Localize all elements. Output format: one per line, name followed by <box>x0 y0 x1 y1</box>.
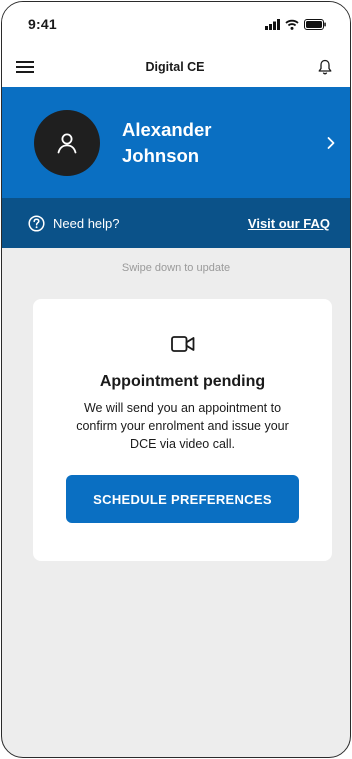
profile-name: Alexander Johnson <box>122 117 326 169</box>
hamburger-menu-icon <box>16 60 34 73</box>
page-title: Digital CE <box>145 59 205 74</box>
profile-last-name: Johnson <box>122 144 200 166</box>
profile-first-name: Alexander <box>122 118 212 140</box>
wifi-icon <box>285 19 299 30</box>
card-title: Appointment pending <box>99 373 266 390</box>
top-nav: Digital CE <box>2 46 350 87</box>
user-icon <box>57 133 77 153</box>
status-time: 9:41 <box>28 16 57 32</box>
battery-icon <box>304 18 326 30</box>
question-circle-icon <box>28 214 45 232</box>
bell-icon <box>318 59 332 74</box>
phone-frame: 9:41 Digital CE Alexander Johnson Need h… <box>1 1 351 758</box>
status-bar: 9:41 <box>2 2 350 46</box>
signal-icon <box>265 18 280 30</box>
chevron-right-icon[interactable] <box>326 136 336 150</box>
help-label: Need help? <box>53 215 120 231</box>
help-prompt: Need help? <box>28 214 120 232</box>
card-icon-wrap <box>33 335 332 353</box>
avatar <box>34 109 100 176</box>
video-camera-icon <box>170 336 194 352</box>
faq-link[interactable]: Visit our FAQ <box>248 216 330 231</box>
status-icons <box>265 18 326 30</box>
card-description: We will send you an appointment to confi… <box>76 401 289 451</box>
notifications-button[interactable] <box>314 56 336 78</box>
profile-banner[interactable]: Alexander Johnson <box>2 87 350 198</box>
menu-button[interactable] <box>14 56 36 78</box>
help-bar: Need help? Visit our FAQ <box>2 198 350 248</box>
appointment-card: Appointment pending We will send you an … <box>33 299 332 561</box>
schedule-preferences-button[interactable]: SCHEDULE PREFERENCES <box>66 475 299 523</box>
swipe-hint: Swipe down to update <box>121 262 231 274</box>
